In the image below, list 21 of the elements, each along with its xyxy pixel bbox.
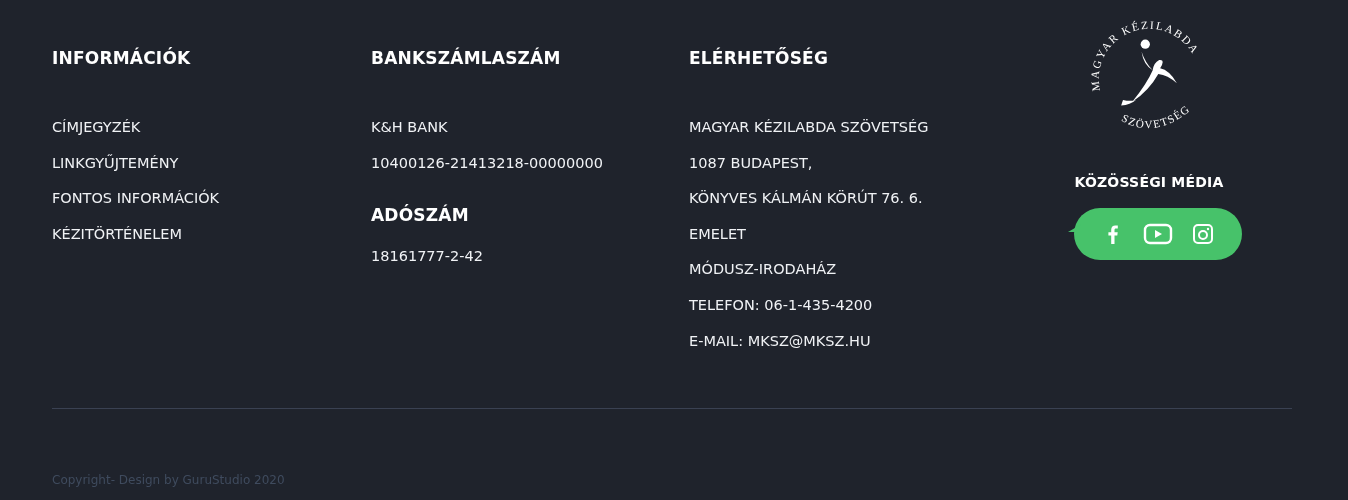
footer-text: MÓDUSZ-IRODAHÁZ xyxy=(689,259,837,280)
footer-text: 18161777-2-42 xyxy=(371,247,483,267)
footer-text: 10400126-21413218-00000000 xyxy=(371,153,603,173)
column-heading: BANKSZÁMLASZÁM xyxy=(371,48,562,70)
column-heading: ELÉRHETŐSÉG xyxy=(689,48,830,70)
footer-text: FONTOS INFORMÁCIÓK xyxy=(52,188,220,209)
footer-text: MAGYAR KÉZILABDA SZÖVETSÉG xyxy=(689,118,929,137)
footer-text: E-MAIL: MKSZ@MKSZ.HU xyxy=(689,331,871,351)
social-heading: KÖZÖSSÉGI MÉDIA xyxy=(1074,174,1224,192)
footer-text: 1087 BUDAPEST, xyxy=(689,153,813,173)
youtube-icon[interactable] xyxy=(1143,222,1173,246)
footer-text: K&H BANK xyxy=(371,118,448,137)
section-heading: ADÓSZÁM xyxy=(371,205,470,228)
column-heading: INFORMÁCIÓK xyxy=(52,48,192,70)
footer-text: LINKGYŰJTEMÉNY xyxy=(52,153,179,173)
footer-text: KÖNYVES KÁLMÁN KÖRÚT 76. 6. xyxy=(689,188,923,209)
instagram-icon[interactable] xyxy=(1191,222,1215,246)
footer-text: EMELET xyxy=(689,224,746,244)
footer-text: TELEFON: 06-1-435-4200 xyxy=(689,295,873,315)
footer-text: CÍMJEGYZÉK xyxy=(52,118,141,137)
footer-text: KÉZITÖRTÉNELEM xyxy=(52,224,182,244)
